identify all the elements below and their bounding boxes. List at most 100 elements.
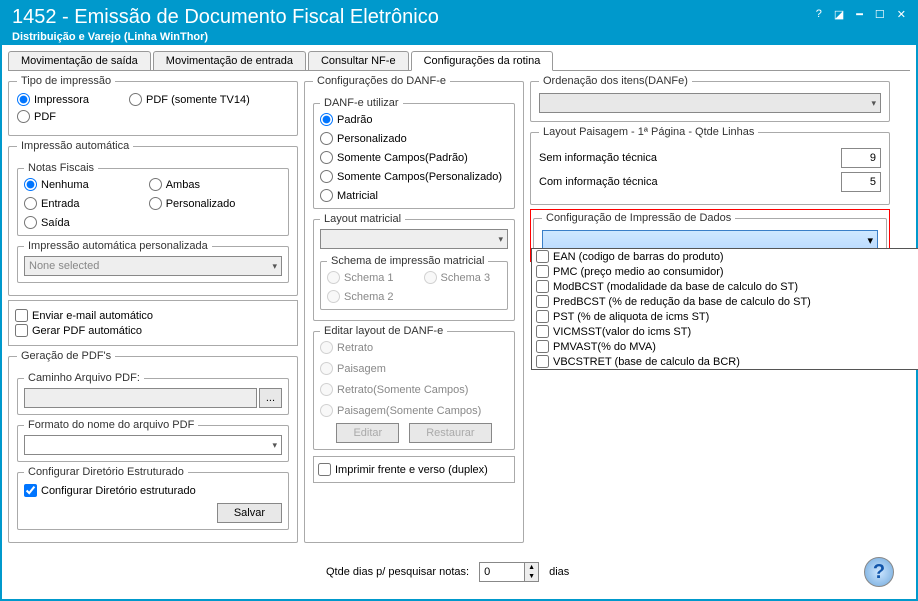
option-pst[interactable]: PST (% de aliquota de icms ST) (532, 309, 918, 324)
group-danfe-utilizar: DANF-e utilizar Padrão Personalizado Som… (313, 97, 515, 209)
option-vbcstret[interactable]: VBCSTRET (base de calculo da BCR) (532, 354, 918, 369)
spin-up-icon[interactable]: ▲ (525, 563, 538, 572)
chevron-down-icon: ▾ (498, 234, 503, 245)
group-editar-layout: Editar layout de DANF-e Retrato Paisagem… (313, 325, 515, 450)
maximize-icon[interactable]: ☐ (875, 8, 885, 21)
input-com-info[interactable] (841, 172, 881, 192)
radio-pdf[interactable]: PDF (17, 110, 56, 123)
check-pdf-auto[interactable]: Gerar PDF automático (15, 324, 291, 337)
group-formato-nome: Formato do nome do arquivo PDF ▾ (17, 419, 289, 462)
salvar-button[interactable]: Salvar (217, 503, 282, 523)
group-geracao-pdf: Geração de PDF's Caminho Arquivo PDF: ..… (8, 350, 298, 543)
radio-personalizado[interactable]: Personalizado (149, 197, 236, 210)
legend-layout-matricial: Layout matricial (320, 213, 405, 225)
legend-caminho-pdf: Caminho Arquivo PDF: (24, 372, 144, 384)
radio-schema3: Schema 3 (424, 271, 491, 284)
radio-matricial[interactable]: Matricial (320, 189, 508, 202)
legend-ordenacao: Ordenação dos itens(DANFe) (539, 75, 692, 87)
legend-danfe-utilizar: DANF-e utilizar (320, 97, 403, 109)
group-dir-estruturado: Configurar Diretório Estruturado Configu… (17, 466, 289, 530)
chevron-down-icon: ▾ (871, 98, 876, 109)
group-caminho-pdf: Caminho Arquivo PDF: ... (17, 372, 289, 415)
radio-entrada[interactable]: Entrada (24, 197, 89, 210)
close-icon[interactable]: ✕ (897, 8, 906, 21)
group-auto-personalizada: Impressão automática personalizada None … (17, 240, 289, 283)
chevron-down-icon: ▾ (867, 234, 873, 247)
radio-ambas[interactable]: Ambas (149, 178, 236, 191)
legend-notas-fiscais: Notas Fiscais (24, 162, 98, 174)
option-ean[interactable]: EAN (codigo de barras do produto) (532, 249, 918, 264)
label-qtde-dias: Qtde dias p/ pesquisar notas: (326, 566, 469, 578)
legend-schema: Schema de impressão matricial (327, 255, 488, 267)
legend-auto-personalizada: Impressão automática personalizada (24, 240, 212, 252)
radio-nenhuma[interactable]: Nenhuma (24, 178, 89, 191)
app-window: 1452 - Emissão de Documento Fiscal Eletr… (0, 0, 918, 601)
check-duplex[interactable]: Imprimir frente e verso (duplex) (318, 463, 510, 476)
group-notas-fiscais: Notas Fiscais Nenhuma Entrada Saída Amba… (17, 162, 289, 236)
group-impressao-auto: Impressão automática Notas Fiscais Nenhu… (8, 140, 298, 296)
legend-layout-paisagem: Layout Paisagem - 1ª Página - Qtde Linha… (539, 126, 758, 138)
radio-padrao[interactable]: Padrão (320, 113, 508, 126)
radio-paisagem-sc: Paisagem(Somente Campos) (320, 404, 508, 417)
radio-somente-padrao[interactable]: Somente Campos(Padrão) (320, 151, 508, 164)
input-qtde-dias[interactable]: 0 ▲▼ (479, 562, 539, 582)
check-email-auto[interactable]: Enviar e-mail automático (15, 309, 291, 322)
minimize-icon[interactable]: ━ (856, 8, 863, 21)
option-pmvast[interactable]: PMVAST(% do MVA) (532, 339, 918, 354)
group-ordenacao: Ordenação dos itens(DANFe) ▾ (530, 75, 890, 122)
help-button[interactable]: ? (864, 557, 894, 587)
window-subtitle: Distribuição e Varejo (Linha WinThor) (12, 31, 439, 43)
label-com-info: Com informação técnica (539, 176, 833, 188)
legend-impressao-auto: Impressão automática (17, 140, 133, 152)
edit-icon[interactable]: ◪ (834, 8, 844, 21)
option-vicmsst[interactable]: VICMSST(valor do icms ST) (532, 324, 918, 339)
input-sem-info[interactable] (841, 148, 881, 168)
titlebar: 1452 - Emissão de Documento Fiscal Eletr… (2, 2, 916, 45)
tab-mov-saida[interactable]: Movimentação de saída (8, 51, 151, 70)
legend-tipo-impressao: Tipo de impressão (17, 75, 115, 87)
legend-dir-estruturado: Configurar Diretório Estruturado (24, 466, 188, 478)
option-modbcst[interactable]: ModBCST (modalidade da base de calculo d… (532, 279, 918, 294)
label-dias: dias (549, 566, 569, 578)
legend-formato-nome: Formato do nome do arquivo PDF (24, 419, 198, 431)
window-title: 1452 - Emissão de Documento Fiscal Eletr… (12, 6, 439, 29)
radio-schema2: Schema 2 (327, 290, 394, 303)
chevron-down-icon: ▾ (272, 440, 277, 451)
legend-config-dados: Configuração de Impressão de Dados (542, 212, 735, 224)
dropdown-layout-matricial[interactable]: ▾ (320, 229, 508, 249)
radio-impressora[interactable]: Impressora (17, 93, 89, 106)
tab-mov-entrada[interactable]: Movimentação de entrada (153, 51, 306, 70)
radio-retrato: Retrato (320, 341, 508, 354)
group-layout-matricial: Layout matricial ▾ Schema de impressão m… (313, 213, 515, 321)
tab-bar: Movimentação de saída Movimentação de en… (8, 51, 910, 71)
tab-consultar-nfe[interactable]: Consultar NF-e (308, 51, 409, 70)
legend-geracao-pdf: Geração de PDF's (17, 350, 115, 362)
group-layout-paisagem: Layout Paisagem - 1ª Página - Qtde Linha… (530, 126, 890, 205)
bottom-row: Qtde dias p/ pesquisar notas: 0 ▲▼ dias … (320, 551, 900, 593)
restaurar-button[interactable]: Restaurar (409, 423, 491, 443)
help-icon[interactable]: ? (816, 8, 822, 21)
input-caminho-pdf[interactable] (24, 388, 257, 408)
group-schema: Schema de impressão matricial Schema 1 S… (320, 255, 508, 310)
label-sem-info: Sem informação técnica (539, 152, 833, 164)
legend-editar-layout: Editar layout de DANF-e (320, 325, 447, 337)
editar-button[interactable]: Editar (336, 423, 399, 443)
option-pmc[interactable]: PMC (preço medio ao consumidor) (532, 264, 918, 279)
radio-pdf-tv14[interactable]: PDF (somente TV14) (129, 93, 250, 106)
radio-schema1: Schema 1 (327, 271, 394, 284)
option-predbcst[interactable]: PredBCST (% de redução da base de calcul… (532, 294, 918, 309)
dropdown-formato-nome[interactable]: ▾ (24, 435, 282, 455)
radio-retrato-sc: Retrato(Somente Campos) (320, 383, 508, 396)
spin-down-icon[interactable]: ▼ (525, 572, 538, 581)
dropdown-auto-personalizada[interactable]: None selected▾ (24, 256, 282, 276)
radio-somente-personalizado[interactable]: Somente Campos(Personalizado) (320, 170, 508, 183)
legend-config-danfe: Configurações do DANF-e (313, 75, 450, 87)
tab-config-rotina[interactable]: Configurações da rotina (411, 51, 554, 71)
dropdown-config-dados[interactable]: ▾ (542, 230, 878, 250)
radio-saida[interactable]: Saída (24, 216, 89, 229)
dropdown-ordenacao[interactable]: ▾ (539, 93, 881, 113)
radio-personalizado-danfe[interactable]: Personalizado (320, 132, 508, 145)
browse-button[interactable]: ... (259, 388, 282, 408)
check-dir-estruturado[interactable]: Configurar Diretório estruturado (24, 484, 282, 497)
dropdown-list-config-dados: EAN (codigo de barras do produto) PMC (p… (531, 248, 918, 370)
